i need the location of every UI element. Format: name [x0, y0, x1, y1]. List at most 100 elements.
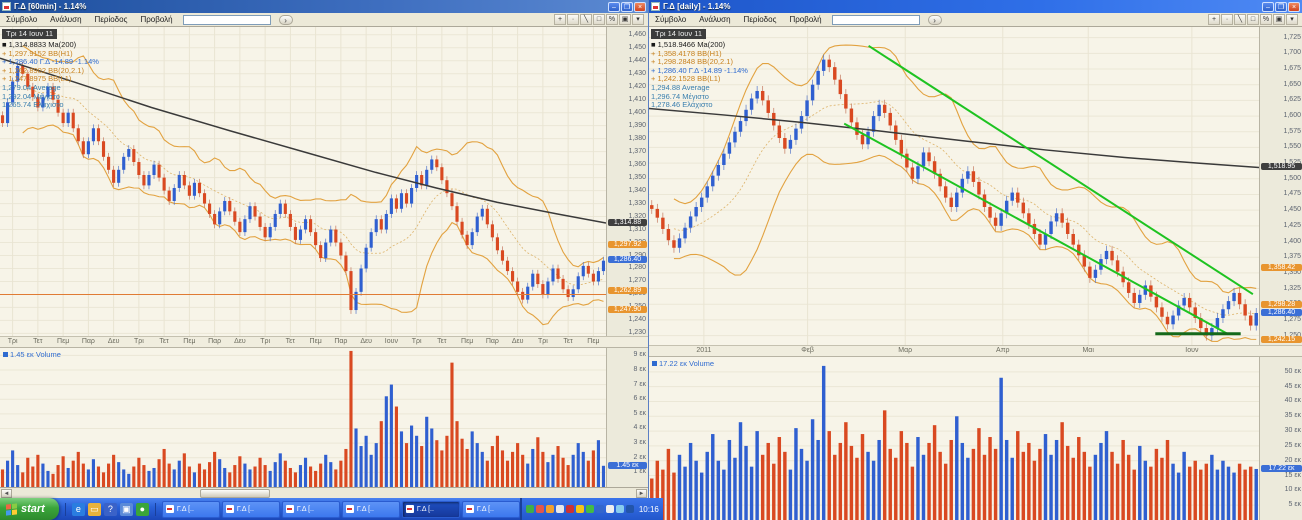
menu-item-1[interactable]: Ανάλυση [697, 15, 732, 24]
crosshair-icon[interactable]: + [554, 14, 566, 25]
zoom-icon[interactable]: · [567, 14, 579, 25]
tray-icon-3[interactable] [556, 505, 564, 513]
tray-icon-7[interactable] [596, 505, 604, 513]
start-button[interactable]: start [0, 498, 59, 520]
price-tick-label: 1,390 [628, 122, 646, 129]
volume-chart[interactable]: 1.45 εκ Volume [0, 348, 606, 487]
price-tick-label: 1,275 [1283, 316, 1301, 323]
price-tick-label: 1,460 [628, 31, 646, 38]
price-tick-label: 1,370 [628, 148, 646, 155]
time-label: Απρ [996, 347, 1009, 354]
symbol-input[interactable] [832, 15, 920, 25]
price-chart[interactable]: Τρι 14 Ιουν 11 ■ 1,518.9466 Ma(200)+ 1,3… [649, 27, 1259, 345]
taskbar-window-buttons: Γ.Δ [..Γ.Δ [..Γ.Δ [..Γ.Δ [..Γ.Δ [..Γ.Δ [… [162, 501, 520, 518]
tray-icon-6[interactable] [586, 505, 594, 513]
volume-tick-label: 9 εκ [634, 351, 646, 358]
price-tick-label: 1,450 [1283, 206, 1301, 213]
scroll-right-arrow-icon[interactable]: ► [636, 489, 647, 498]
time-label: Παρ [82, 338, 95, 345]
volume-tick-label: 8 εκ [634, 366, 646, 373]
menu-item-0[interactable]: Σύμβολο [653, 15, 688, 24]
tray-icon-2[interactable] [546, 505, 554, 513]
minimize-button[interactable]: – [1262, 2, 1274, 12]
tray-icon-1[interactable] [536, 505, 544, 513]
volume-tick-label: 4 εκ [634, 424, 646, 431]
price-tick-label: 1,575 [1283, 128, 1301, 135]
go-button[interactable]: › [928, 15, 942, 25]
tray-icons [526, 505, 634, 513]
tray-icon-0[interactable] [526, 505, 534, 513]
time-label: 2011 [696, 347, 711, 354]
taskbar-button-4[interactable]: Γ.Δ [.. [402, 501, 460, 518]
folder-icon[interactable]: ▭ [88, 503, 101, 516]
scroll-left-arrow-icon[interactable]: ◄ [1, 489, 12, 498]
menu-item-2[interactable]: Περίοδος [93, 15, 130, 24]
grid-icon[interactable]: ▣ [619, 14, 631, 25]
tray-icon-4[interactable] [566, 505, 574, 513]
taskbar-button-0[interactable]: Γ.Δ [.. [162, 501, 220, 518]
time-label: Τετ [286, 338, 295, 345]
volume-tick-label: 2 εκ [634, 454, 646, 461]
time-label: Πεμ [183, 338, 195, 345]
price-tag: 1,286.40 [608, 256, 647, 263]
taskbar-button-1[interactable]: Γ.Δ [.. [222, 501, 280, 518]
internet-explorer-icon[interactable]: e [72, 503, 85, 516]
price-tick-label: 1,725 [1283, 34, 1301, 41]
horizontal-scrollbar[interactable]: ◄ ► [0, 487, 648, 498]
menu-item-0[interactable]: Σύμβολο [4, 15, 39, 24]
maximize-button[interactable]: ❐ [1275, 2, 1287, 12]
grid-icon[interactable]: ▣ [1273, 14, 1285, 25]
screen: Γ.Δ [60min] - 1.14% – ❐ × Σύμβολο Ανάλυση… [0, 0, 1302, 520]
percent-icon[interactable]: % [1260, 14, 1272, 25]
percent-icon[interactable]: % [606, 14, 618, 25]
chart-app-icon [286, 505, 294, 513]
time-label: Πεμ [461, 338, 473, 345]
trendline-icon[interactable]: ╲ [580, 14, 592, 25]
time-axis: ΤριΤετΠεμΠαρΔευΤριΤετΠεμΠαρΔευΤριΤετΠεμΠ… [0, 336, 648, 347]
tray-icon-10[interactable] [626, 505, 634, 513]
crosshair-icon[interactable]: + [1208, 14, 1220, 25]
menu-item-3[interactable]: Προβολή [138, 15, 174, 24]
taskbar-button-3[interactable]: Γ.Δ [.. [342, 501, 400, 518]
titlebar[interactable]: Γ.Δ [daily] - 1.14% – ❐ × [649, 0, 1302, 13]
titlebar[interactable]: Γ.Δ [60min] - 1.14% – ❐ × [0, 0, 648, 13]
minimize-button[interactable]: – [608, 2, 620, 12]
symbol-input[interactable] [183, 15, 271, 25]
taskbar-button-5[interactable]: Γ.Δ [.. [462, 501, 520, 518]
app-icon [2, 2, 11, 11]
tray-icon-9[interactable] [616, 505, 624, 513]
save-icon[interactable]: ▾ [632, 14, 644, 25]
trendline-icon[interactable]: ╲ [1234, 14, 1246, 25]
tray-icon-5[interactable] [576, 505, 584, 513]
save-icon[interactable]: ▾ [1286, 14, 1298, 25]
time-label: Τρι [260, 338, 270, 345]
rectangle-icon[interactable]: □ [1247, 14, 1259, 25]
menu-item-1[interactable]: Ανάλυση [48, 15, 83, 24]
zoom-icon[interactable]: · [1221, 14, 1233, 25]
go-button[interactable]: › [279, 15, 293, 25]
close-button[interactable]: × [634, 2, 646, 12]
price-tick-label: 1,700 [1283, 49, 1301, 56]
rectangle-icon[interactable]: □ [593, 14, 605, 25]
menu-items: Σύμβολο Ανάλυση Περίοδος Προβολή [4, 15, 175, 24]
show-desktop-icon[interactable]: ▣ [120, 503, 133, 516]
taskbar-button-2[interactable]: Γ.Δ [.. [282, 501, 340, 518]
menu-item-2[interactable]: Περίοδος [742, 15, 779, 24]
time-label: Τρι [412, 338, 422, 345]
menu-item-3[interactable]: Προβολή [787, 15, 823, 24]
close-button[interactable]: × [1288, 2, 1300, 12]
menu-items: Σύμβολο Ανάλυση Περίοδος Προβολή [653, 15, 824, 24]
window-title: Γ.Δ [daily] - 1.14% [663, 2, 1262, 11]
price-chart[interactable]: Τρι 14 Ιουν 11 ■ 1,314.8833 Ma(200)+ 1,2… [0, 27, 606, 336]
media-icon[interactable]: ● [136, 503, 149, 516]
volume-chart[interactable]: 17.22 εκ Volume [649, 357, 1259, 520]
volume-axis: 50 εκ45 εκ40 εκ35 εκ30 εκ25 εκ20 εκ15 εκ… [1259, 357, 1302, 520]
maximize-button[interactable]: ❐ [621, 2, 633, 12]
volume-tick-label: 1 εκ [634, 468, 646, 475]
scrollbar-thumb[interactable] [200, 489, 270, 498]
price-tag: 1,518.95 [1261, 163, 1302, 170]
tray-icon-8[interactable] [606, 505, 614, 513]
help-icon[interactable]: ? [104, 503, 117, 516]
price-pane: Τρι 14 Ιουν 11 ■ 1,518.9466 Ma(200)+ 1,3… [649, 27, 1302, 345]
taskbar: start e▭?▣● Γ.Δ [..Γ.Δ [..Γ.Δ [..Γ.Δ [..… [0, 498, 648, 520]
